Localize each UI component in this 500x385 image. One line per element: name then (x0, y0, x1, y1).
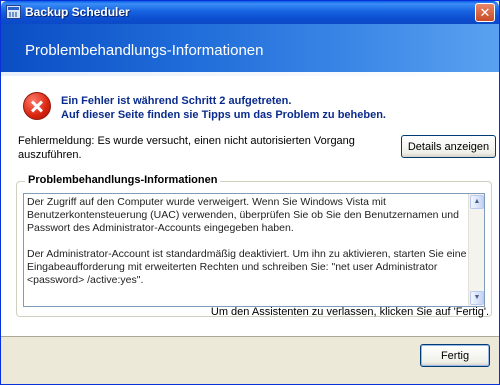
scroll-up-icon[interactable]: ▲ (470, 195, 484, 209)
exit-hint: Um den Assistenten zu verlassen, klicken… (210, 306, 489, 318)
app-icon (6, 5, 21, 19)
error-message: Fehlermeldung: Es wurde versucht, einen … (18, 135, 355, 161)
scroll-down-icon[interactable]: ▼ (470, 291, 484, 305)
finish-button[interactable]: Fertig (420, 344, 490, 367)
title-bar[interactable]: Backup Scheduler ✕ (1, 1, 499, 24)
page-title: Problembehandlungs-Informationen (25, 42, 264, 59)
wizard-header-banner: Problembehandlungs-Informationen (1, 24, 499, 76)
troubleshooting-text: Der Zugriff auf den Computer wurde verwe… (27, 196, 467, 300)
troubleshooting-paragraph-1: Der Zugriff auf den Computer wurde verwe… (27, 196, 459, 234)
wizard-content: Ein Fehler ist während Schritt 2 aufgetr… (1, 76, 499, 337)
vertical-scrollbar[interactable]: ▲ ▼ (468, 194, 484, 306)
group-label: Problembehandlungs-Informationen (25, 174, 221, 186)
error-heading: Ein Fehler ist während Schritt 2 aufgetr… (61, 94, 481, 122)
backup-scheduler-window: Backup Scheduler ✕ Problembehandlungs-In… (0, 0, 500, 385)
error-heading-line1: Ein Fehler ist während Schritt 2 aufgetr… (61, 95, 292, 107)
troubleshooting-paragraph-2: Der Administrator-Account ist standardmä… (27, 248, 467, 286)
window-title: Backup Scheduler (25, 5, 130, 19)
troubleshooting-textbox[interactable]: Der Zugriff auf den Computer wurde verwe… (23, 193, 485, 307)
details-button[interactable]: Details anzeigen (401, 135, 496, 158)
troubleshooting-group: Problembehandlungs-Informationen Der Zug… (16, 174, 492, 317)
error-x-icon (23, 92, 51, 120)
close-button[interactable]: ✕ (475, 3, 495, 22)
error-heading-line2: Auf dieser Seite finden sie Tipps um das… (61, 109, 386, 121)
